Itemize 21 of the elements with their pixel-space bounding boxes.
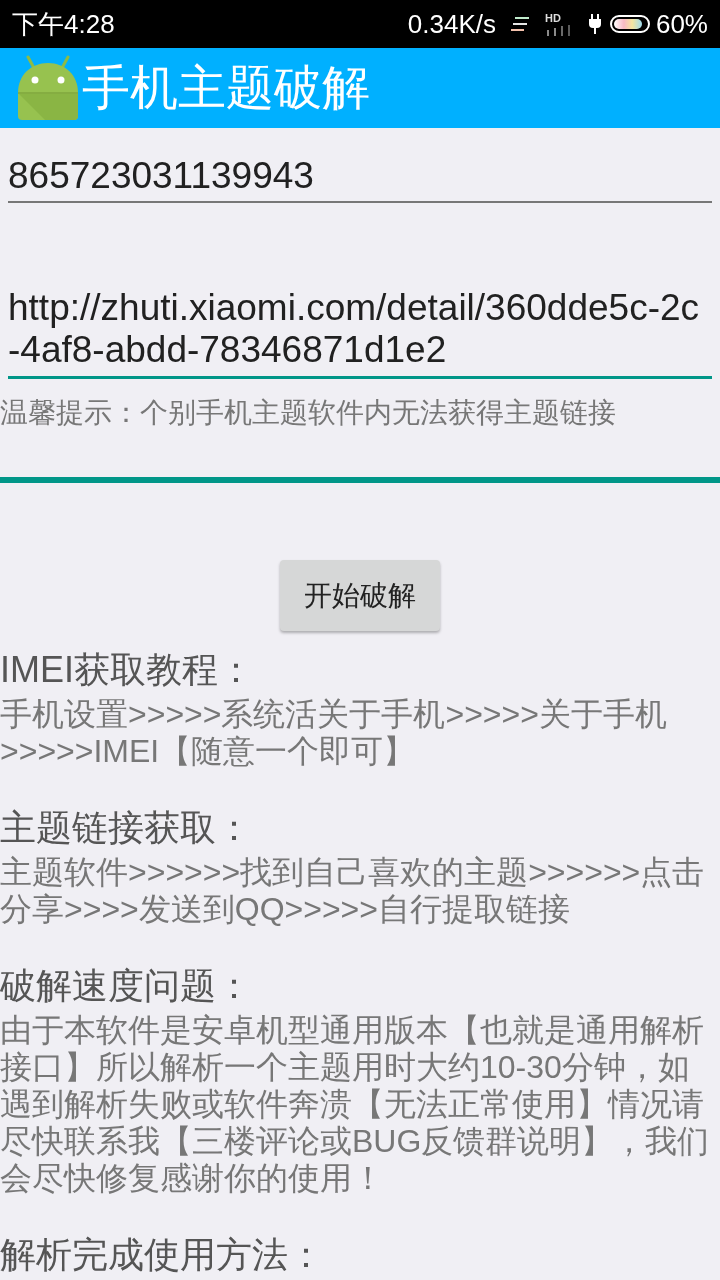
section-text: 主题软件>>>>>>找到自己喜欢的主题>>>>>>点击分享>>>>发送到QQ>>>>>自行提取链接: [0, 854, 706, 928]
section-text: 手机设置>>>>>系统活关于手机>>>>>关于手机>>>>>IMEI【随意一个即可】: [0, 696, 668, 770]
imei-field[interactable]: 865723031139943: [8, 155, 712, 203]
section-heading: 主题链接获取：: [0, 808, 253, 848]
hint-text: 温馨提示：个别手机主题软件内无法获得主题链接: [0, 396, 617, 430]
battery-percent: 60%: [655, 9, 708, 39]
lines-icon: [510, 17, 529, 31]
battery-icon: [609, 15, 650, 33]
android-robot-icon: [15, 55, 81, 121]
plug-icon: [588, 14, 601, 34]
signal-icon: [544, 24, 573, 36]
start-button[interactable]: 开始破解: [280, 560, 440, 631]
hd-label: HD: [544, 12, 561, 24]
section-heading: 解析完成使用方法：: [0, 1235, 325, 1275]
app-title: 手机主题破解: [82, 60, 370, 116]
link-field[interactable]: http://zhuti.xiaomi.com/detail/360dde5c-2c-4af8-abdd-78346871d1e2: [8, 287, 712, 379]
section-heading: IMEI获取教程：: [0, 650, 255, 690]
section-text: 由于本软件是安卓机型通用版本【也就是通用解析接口】所以解析一个主题用时大约10-30分钟，如遇到解析失败或软件奔溃【无法正常使用】情况请尽快联系我【三楼评论或BUG反馈群说明】，我们会尽快修复感谢你的使用！: [0, 1012, 711, 1197]
status-time: 下午4:28: [12, 9, 115, 39]
section-heading: 破解速度问题：: [0, 966, 253, 1006]
network-speed: 0.34K/s: [407, 9, 496, 39]
